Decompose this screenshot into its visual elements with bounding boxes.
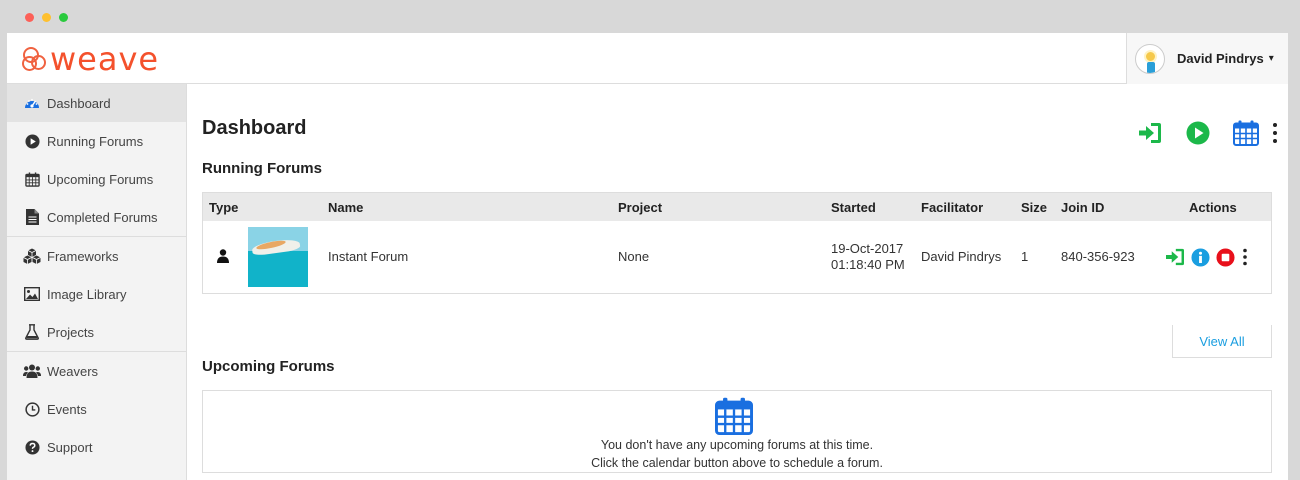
upcoming-forums-title: Upcoming Forums	[202, 358, 335, 375]
join-forum-icon[interactable]	[1136, 119, 1164, 147]
sidebar-item-label: Image Library	[47, 286, 127, 302]
sidebar-item-projects[interactable]: Projects	[7, 313, 186, 351]
logo-text: weave	[50, 40, 160, 78]
minimize-window-button[interactable]	[42, 13, 51, 22]
window-titlebar	[0, 0, 1300, 33]
page-title: Dashboard	[202, 117, 307, 139]
dashboard-gauge-icon	[23, 94, 41, 112]
sidebar-item-label: Projects	[47, 324, 94, 340]
user-name: David Pindrys	[1177, 51, 1264, 66]
person-icon	[217, 249, 229, 266]
info-icon[interactable]	[1190, 247, 1210, 267]
join-forum-icon[interactable]	[1165, 247, 1185, 267]
sidebar-item-running-forums[interactable]: Running Forums	[7, 122, 186, 160]
forum-started-date: 19-Oct-2017	[831, 241, 904, 256]
column-header-facilitator: Facilitator	[921, 200, 984, 215]
sidebar-item-label: Weavers	[47, 363, 99, 379]
sidebar-item-label: Support	[47, 439, 93, 455]
empty-message-line-2: Click the calendar button above to sched…	[591, 456, 883, 470]
weave-app: weave David Pindrys ▾ Dashboard Running …	[7, 33, 1288, 480]
view-all-button[interactable]: View All	[1172, 325, 1272, 358]
document-icon	[23, 208, 41, 226]
browser-window: weave David Pindrys ▾ Dashboard Running …	[0, 0, 1300, 480]
close-window-button[interactable]	[25, 13, 34, 22]
sidebar-item-upcoming-forums[interactable]: Upcoming Forums	[7, 160, 186, 198]
forum-size: 1	[1021, 249, 1029, 264]
stop-forum-icon[interactable]	[1215, 247, 1235, 267]
image-icon	[23, 285, 41, 303]
play-circle-icon	[23, 132, 41, 150]
start-forum-icon[interactable]	[1184, 119, 1212, 147]
main-content: Dashboard Running Forums Type Name Proje…	[202, 84, 1277, 480]
table-header: Type Name Project Started Facilitator Si…	[203, 193, 1271, 221]
clock-icon	[23, 400, 41, 418]
sidebar-item-label: Upcoming Forums	[47, 171, 154, 187]
forum-facilitator: David Pindrys	[921, 249, 1002, 264]
sidebar-item-label: Events	[47, 401, 87, 417]
column-header-size: Size	[1021, 200, 1048, 215]
calendar-icon[interactable]	[715, 397, 753, 438]
sidebar-item-support[interactable]: Support	[7, 428, 186, 466]
table-row[interactable]: Instant Forum None 19-Oct-2017 01:18:40 …	[203, 221, 1271, 293]
users-icon	[23, 362, 41, 380]
schedule-calendar-icon[interactable]	[1232, 119, 1260, 147]
column-header-started: Started	[831, 200, 876, 215]
forum-started-time: 01:18:40 PM	[831, 257, 905, 272]
sidebar-item-dashboard[interactable]: Dashboard	[7, 84, 186, 122]
more-vertical-icon[interactable]	[1268, 119, 1282, 147]
column-header-name: Name	[328, 200, 364, 215]
sidebar-item-label: Running Forums	[47, 133, 144, 149]
sidebar-item-completed-forums[interactable]: Completed Forums	[7, 198, 186, 236]
sidebar-item-label: Frameworks	[47, 248, 119, 264]
sidebar: Dashboard Running Forums Upcoming Forums…	[7, 84, 187, 480]
avatar	[1135, 43, 1165, 74]
sidebar-item-image-library[interactable]: Image Library	[7, 275, 186, 313]
weave-logo[interactable]: weave	[22, 39, 159, 79]
sidebar-item-events[interactable]: Events	[7, 390, 186, 428]
row-more-vertical-icon[interactable]	[1240, 247, 1250, 267]
empty-message-line-1: You don't have any upcoming forums at th…	[600, 438, 874, 452]
column-header-actions: Actions	[1189, 200, 1237, 215]
upcoming-forums-empty-state: You don't have any upcoming forums at th…	[202, 390, 1272, 473]
sidebar-item-frameworks[interactable]: Frameworks	[7, 237, 186, 275]
sidebar-item-label: Dashboard	[47, 95, 111, 111]
top-header: weave David Pindrys ▾	[7, 33, 1288, 84]
sidebar-item-label: Completed Forums	[47, 209, 158, 225]
running-forums-title: Running Forums	[202, 160, 322, 177]
chevron-down-icon: ▾	[1268, 53, 1274, 64]
column-header-project: Project	[618, 200, 663, 215]
cubes-icon	[23, 247, 41, 265]
user-menu[interactable]: David Pindrys ▾	[1126, 33, 1288, 84]
forum-thumbnail	[248, 227, 308, 287]
calendar-icon	[23, 170, 41, 188]
row-actions	[1165, 247, 1255, 267]
forum-join-id: 840-356-923	[1061, 249, 1135, 264]
question-circle-icon	[23, 438, 41, 456]
column-header-join-id: Join ID	[1061, 200, 1105, 215]
column-header-type: Type	[209, 200, 239, 215]
weave-logo-icon	[22, 44, 48, 74]
flask-icon	[23, 323, 41, 341]
running-forums-table: Type Name Project Started Facilitator Si…	[202, 192, 1272, 294]
dashboard-actions	[1136, 119, 1282, 147]
maximize-window-button[interactable]	[59, 13, 68, 22]
forum-project: None	[618, 249, 650, 264]
forum-name[interactable]: Instant Forum	[328, 249, 408, 264]
sidebar-item-weavers[interactable]: Weavers	[7, 352, 186, 390]
